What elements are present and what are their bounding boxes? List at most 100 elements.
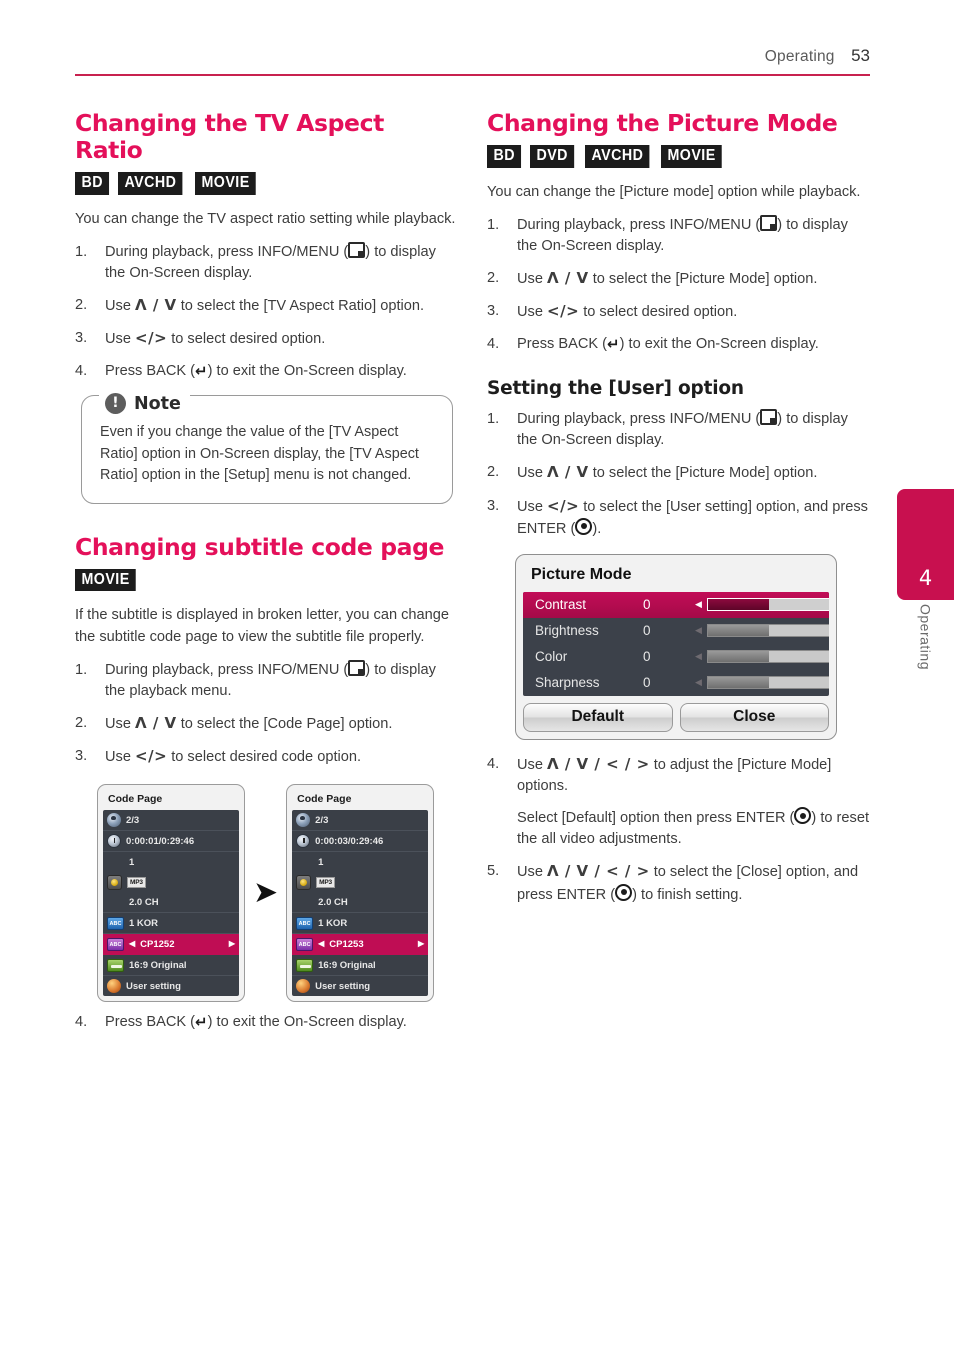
key-updown-icon: Λ / V [547,463,589,482]
slider-track[interactable] [706,650,829,664]
step-item: 3. Use </> to select desired option. [487,301,869,323]
step-number: 4. [487,336,500,353]
step-item: 1. During playback, press INFO/MENU () to… [487,409,869,451]
osd-row-audio-codec[interactable]: MP3 [103,872,239,892]
row-slider-cell[interactable]: ◀ ▶ [695,650,829,664]
back-icon: ↵ [607,335,620,354]
close-button[interactable]: Close [679,702,829,732]
key-leftright-icon: </> [135,329,168,348]
step-number: 1. [487,216,500,233]
left-arrow-icon[interactable]: ◀ [318,940,324,948]
osd-row-title-count[interactable]: 2/3 [103,810,239,832]
picture-mode-row-contrast[interactable]: Contrast 0 ◀ ▶ [523,591,829,618]
steps-subtitle-code-page: 1. During playback, press INFO/MENU () to… [75,659,457,769]
right-arrow-icon[interactable]: ▶ [229,940,235,948]
menu-icon [760,409,778,426]
blank-icon [107,896,124,909]
media-badges-picture-mode: BD DVD AVCHD MOVIE [487,145,869,168]
step-text-post: to select the [Code Page] option. [176,716,393,733]
left-arrow-icon[interactable]: ◀ [129,940,135,948]
step-text-pre: During playback, press INFO/MENU ( [517,216,761,233]
screen-ratio-icon [107,958,124,972]
section-title-tv-aspect-ratio: Changing the TV Aspect Ratio [75,109,384,165]
step-text-post: to select the [Picture Mode] option. [588,270,818,287]
osd-row-audio-channels[interactable]: 2.0 CH [103,892,239,914]
step-text-pre: During playback, press INFO/MENU ( [105,661,349,678]
osd-row-label: 0:00:03/0:29:46 [315,835,384,847]
osd-row-audio-track[interactable]: 1 [292,852,428,872]
step-number: 4. [75,1014,88,1031]
step-text-post: to select desired code option. [167,749,362,766]
section-title-subtitle-code-page: Changing subtitle code page [75,532,445,561]
slider-track[interactable] [706,624,829,638]
left-arrow-icon[interactable]: ◀ [695,652,702,661]
osd-row-label: 2.0 CH [318,896,348,908]
row-slider-cell[interactable]: ◀ ▶ [695,676,829,690]
left-arrow-icon[interactable]: ◀ [695,678,702,687]
step-item: 1. During playback, press INFO/MENU () to… [487,214,869,257]
steps-user-option-after: 4. Use Λ / V / < / > to adjust the [Pictu… [487,754,869,906]
mp3-tag: MP3 [127,877,146,889]
step-text-post: ) to exit the On-Screen display. [207,363,407,380]
step-number: 3. [75,330,88,347]
step-text-pre: Press BACK ( [105,1014,196,1031]
badge-dvd: DVD [530,145,575,168]
osd-picture-mode-title: Picture Mode [531,565,632,583]
row-label: Brightness [535,623,599,639]
step-text-pre: During playback, press INFO/MENU ( [105,243,349,260]
palette-icon [296,979,311,994]
osd-row-label: CP1253 [329,938,364,950]
osd-row-audio-track[interactable]: 1 [103,852,239,872]
osd-row-subtitle[interactable]: ABC 1 KOR [292,913,429,935]
osd-row-audio-channels[interactable]: 2.0 CH [292,892,429,914]
chapter-number: 4 [918,566,933,590]
page-number: 53 [851,46,870,65]
osd-row-label: 16:9 Original [318,959,376,971]
enter-icon [615,883,633,901]
step-text-pre: Use [517,465,548,482]
header-divider [75,74,870,76]
osd-row-subtitle[interactable]: ABC 1 KOR [103,913,239,935]
osd-row-picture-mode[interactable]: User setting [103,976,239,996]
row-value: 0 [643,597,651,613]
picture-mode-row-color[interactable]: Color 0 ◀ ▶ [523,644,829,670]
slider-fill [707,625,769,637]
osd-row-aspect[interactable]: 16:9 Original [292,955,429,977]
default-button[interactable]: Default [523,702,673,732]
picture-mode-row-brightness[interactable]: Brightness 0 ◀ ▶ [523,618,829,644]
steps-tv-aspect: 1. During playback, press INFO/MENU () to… [75,241,457,383]
step-text-post: to select the [TV Aspect Ratio] option. [176,298,425,314]
osd-row-time[interactable]: 0:00:01/0:29:46 [103,831,239,853]
osd-row-aspect[interactable]: 16:9 Original [103,955,239,977]
step-item: 5. Use Λ / V / < / > to select the [Close… [487,861,869,905]
osd-row-label: 2.0 CH [129,896,159,908]
picture-mode-row-sharpness[interactable]: Sharpness 0 ◀ ▶ [523,670,829,696]
osd-row-label: 1 KOR [318,917,348,929]
right-arrow-icon[interactable]: ▶ [418,940,424,948]
osd-row-label: 2/3 [315,814,329,826]
osd-row-picture-mode[interactable]: User setting [292,976,428,996]
slider-track[interactable] [706,676,829,690]
row-slider-cell[interactable]: ◀ ▶ [695,624,829,638]
step-item: 3. Use </> to select the [User setting] o… [487,496,869,540]
exclamation-icon: ! [105,393,126,415]
key-dpad-icon: Λ / V / < / > [547,862,650,881]
step-text-post2: ). [592,520,602,537]
step-text-post2: ) to finish setting. [632,886,743,903]
osd-row-time[interactable]: 0:00:03/0:29:46 [292,831,429,853]
osd-row-code-page[interactable]: ABC ◀ CP1252 ▶ [103,934,239,956]
osd-row-title-count[interactable]: 2/3 [292,810,429,832]
osd-picture-mode-list: Contrast 0 ◀ ▶ Brightness 0 ◀ ▶ Color [523,591,829,696]
slider-fill [707,599,769,611]
badge-movie: MOVIE [661,145,723,168]
row-slider-cell[interactable]: ◀ ▶ [695,598,829,612]
slider-track[interactable] [706,598,829,612]
osd-row-code-page[interactable]: ABC ◀ CP1253 ▶ [292,934,429,956]
steps-subtitle-code-page-final: 4. Press BACK (↵) to exit the On-Screen d… [75,1012,457,1034]
left-arrow-icon[interactable]: ◀ [695,626,702,635]
left-arrow-icon[interactable]: ◀ [695,600,702,609]
step-text-post: to select desired option. [167,331,326,348]
screen-ratio-icon [296,958,314,972]
step-number: 3. [487,303,500,320]
osd-row-audio-codec[interactable]: MP3 [292,872,428,892]
